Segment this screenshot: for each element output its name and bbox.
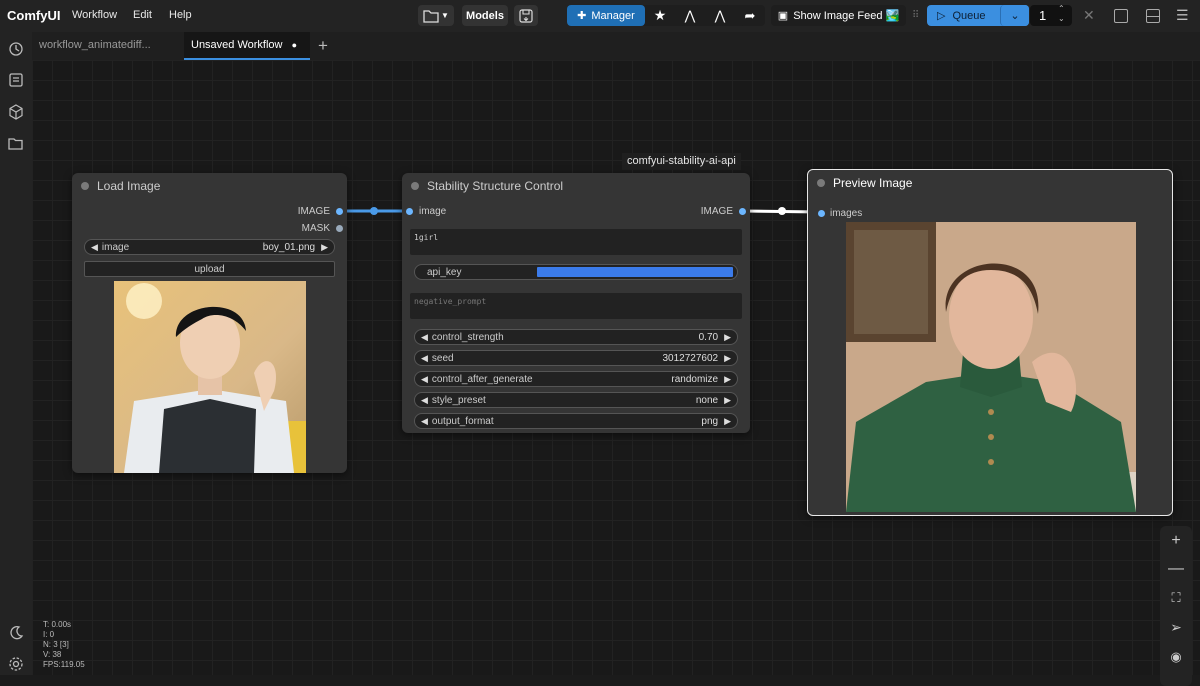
load-image-node[interactable]: Load Image IMAGE MASK ◀ image boy_01.png… <box>72 173 347 473</box>
input-label-image: image <box>419 206 447 217</box>
node-title-bar[interactable]: Load Image <box>72 173 347 199</box>
arrow-right-icon[interactable]: ▶ <box>724 374 731 385</box>
node-title-bar[interactable]: Preview Image <box>808 170 1172 196</box>
arrow-right-icon[interactable]: ▶ <box>724 395 731 406</box>
arrow-right-icon[interactable]: ▶ <box>321 242 328 253</box>
stability-structure-control-node[interactable]: Stability Structure Control image IMAGE … <box>402 173 750 433</box>
collapse-dot-icon[interactable] <box>81 182 89 190</box>
preview-output-image <box>846 222 1136 512</box>
fit-view-icon[interactable]: ⛶ <box>1162 584 1190 612</box>
widget-label: image <box>101 241 130 253</box>
widget-value: 3012727602 <box>662 352 719 364</box>
widget-value: 0.70 <box>698 331 719 343</box>
stat-v: V: 38 <box>43 650 62 659</box>
loaded-image-preview <box>114 281 306 473</box>
arrow-left-icon[interactable]: ◀ <box>421 416 428 427</box>
output-slot-mask[interactable] <box>336 225 343 232</box>
link-midpoint[interactable] <box>778 207 786 215</box>
seed-widget[interactable]: ◀ seed 3012727602 ▶ <box>414 350 738 366</box>
arrow-right-icon[interactable]: ▶ <box>724 416 731 427</box>
prompt-textarea[interactable]: 1girl <box>410 229 742 255</box>
collapse-dot-icon[interactable] <box>817 179 825 187</box>
arrow-left-icon[interactable]: ◀ <box>421 395 428 406</box>
widget-label: seed <box>431 352 454 364</box>
arrow-left-icon[interactable]: ◀ <box>421 332 428 343</box>
node-title-bar[interactable]: Stability Structure Control <box>402 173 750 199</box>
widget-label: control_after_generate <box>431 373 533 385</box>
toggle-links-eye-icon[interactable]: ◉ <box>1162 643 1190 671</box>
zoom-in-icon[interactable]: + <box>1162 527 1190 555</box>
input-label-images: images <box>830 208 863 219</box>
arrow-left-icon[interactable]: ◀ <box>421 374 428 385</box>
input-slot-image[interactable] <box>406 208 413 215</box>
output-label-image: IMAGE <box>700 206 733 217</box>
upload-button[interactable]: upload <box>84 261 335 277</box>
output-label-image: IMAGE <box>297 206 330 217</box>
arrow-left-icon[interactable]: ◀ <box>91 242 98 253</box>
stat-time: T: 0.00s <box>43 620 72 629</box>
stat-nodes: N: 3 [3] <box>43 640 69 649</box>
api-key-widget[interactable]: api_key <box>414 264 738 280</box>
stat-i: I: 0 <box>43 630 55 639</box>
output-label-mask: MASK <box>301 223 330 234</box>
output-slot-image[interactable] <box>336 208 343 215</box>
arrow-left-icon[interactable]: ◀ <box>421 353 428 364</box>
navigate-arrow-icon[interactable]: ➢ <box>1162 613 1190 641</box>
control-strength-widget[interactable]: ◀ control_strength 0.70 ▶ <box>414 329 738 345</box>
arrow-right-icon[interactable]: ▶ <box>724 332 731 343</box>
node-title: Stability Structure Control <box>427 179 564 193</box>
node-title: Load Image <box>97 179 161 193</box>
widget-label: output_format <box>431 415 494 427</box>
widget-value: png <box>701 415 719 427</box>
widget-label: api_key <box>427 266 462 278</box>
widget-label: style_preset <box>431 394 486 406</box>
style-preset-widget[interactable]: ◀ style_preset none ▶ <box>414 392 738 408</box>
canvas-stats: T: 0.00s I: 0 N: 3 [3] V: 38 FPS:119.05 <box>43 620 85 670</box>
widget-value: randomize <box>671 373 719 385</box>
group-badge: comfyui-stability-ai-api <box>622 153 741 170</box>
preview-image-node[interactable]: Preview Image images <box>807 169 1173 516</box>
link-midpoint[interactable] <box>370 207 378 215</box>
arrow-right-icon[interactable]: ▶ <box>724 353 731 364</box>
stat-fps: FPS:119.05 <box>43 660 85 669</box>
widget-label: control_strength <box>431 331 504 343</box>
api-key-masked-value <box>537 267 733 277</box>
output-format-widget[interactable]: ◀ output_format png ▶ <box>414 413 738 429</box>
widget-value: boy_01.png <box>262 241 316 253</box>
zoom-out-icon[interactable]: — <box>1162 555 1190 583</box>
node-title: Preview Image <box>833 176 913 190</box>
control-after-generate-widget[interactable]: ◀ control_after_generate randomize ▶ <box>414 371 738 387</box>
negative-prompt-textarea[interactable]: negative_prompt <box>410 293 742 319</box>
output-slot-image[interactable] <box>739 208 746 215</box>
widget-value: none <box>695 394 719 406</box>
image-combo-widget[interactable]: ◀ image boy_01.png ▶ <box>84 239 335 255</box>
input-slot-images[interactable] <box>818 210 825 217</box>
collapse-dot-icon[interactable] <box>411 182 419 190</box>
